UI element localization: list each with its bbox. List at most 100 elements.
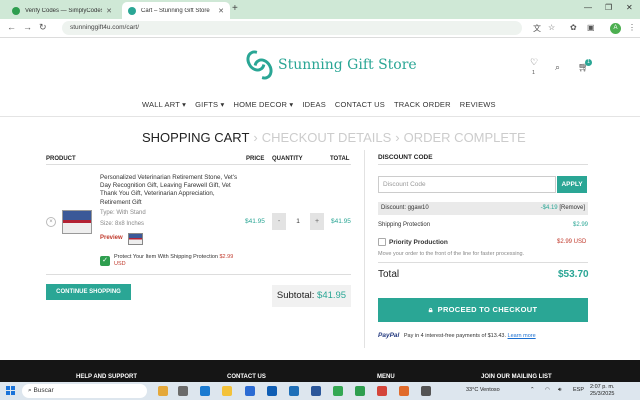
product-thumbnail[interactable] [62,210,92,234]
quantity-stepper: - 1 + [272,213,324,230]
remove-item-button[interactable]: × [46,217,56,227]
total-divider [378,262,588,263]
discount-code-title: DISCOUNT CODE [378,154,433,161]
browser-toolbar: ← → ↻ stunninggift4u.com/cart/ 文 ☆ ✿ ▣ A… [0,19,640,38]
priority-production-checkbox[interactable] [378,238,386,246]
chrome-app-2-icon[interactable] [377,386,387,396]
logo-mark-icon [242,46,277,84]
translate-icon[interactable]: 文 [533,23,541,34]
address-bar[interactable]: stunninggift4u.com/cart/ [62,21,522,35]
app-icon[interactable] [421,386,431,396]
item-price: $41.95 [245,218,265,225]
footer-menu-heading: MENU [377,374,395,380]
nav-item-contact-us[interactable]: CONTACT US [335,100,385,109]
maximize-icon[interactable]: ❐ [605,3,612,12]
extensions-icon[interactable]: ✿ [570,23,577,32]
brave-app-icon[interactable] [399,386,409,396]
shipping-protection-checkbox[interactable]: ✓ [100,256,110,266]
menu-icon[interactable]: ⋮ [628,23,636,32]
task-view-icon[interactable] [178,386,188,396]
bookmark-star-icon[interactable]: ☆ [548,23,555,32]
close-icon[interactable]: ✕ [218,7,224,15]
sidepanel-icon[interactable]: ▣ [587,23,595,32]
preview-thumbnail[interactable] [128,233,143,245]
tab-cart[interactable]: Cart – Stunning Gift Store ✕ [122,2,230,19]
windows-start-icon[interactable] [6,386,16,396]
new-tab-icon[interactable]: + [232,3,238,14]
nav-item-track-order[interactable]: TRACK ORDER [394,100,451,109]
store-app-icon[interactable] [245,386,255,396]
search-icon[interactable]: ⌕ [555,62,560,73]
preview-label[interactable]: Preview [100,235,123,241]
taskbar-search[interactable]: ⌕ Buscar [22,384,147,398]
reload-icon[interactable]: ↻ [39,22,47,33]
tab-title: Cart – Stunning Gift Store [141,7,210,14]
store-logo[interactable]: Stunning Gift Store [242,46,417,84]
column-quantity: QUANTITY [272,156,303,162]
priority-production-label[interactable]: Priority Production [389,239,448,246]
proceed-to-checkout-button[interactable]: 🔒︎ PROCEED TO CHECKOUT [378,298,588,322]
profile-avatar[interactable]: A [610,23,621,34]
volume-icon[interactable]: 🔊︎ [558,387,561,394]
close-icon[interactable]: ✕ [106,7,112,15]
tab-title: Verify Codes — SimplyCodes [25,7,103,14]
url-text: stunninggift4u.com/cart/ [70,24,140,31]
widgets-app-icon[interactable] [158,386,168,396]
quantity-decrease-button[interactable]: - [272,213,286,230]
outlook-app-icon[interactable] [267,386,277,396]
column-divider [364,150,365,348]
file-explorer-icon[interactable] [222,386,232,396]
paypal-text: Pay in 4 interest-free payments of $13.4… [403,333,506,339]
remove-discount-link[interactable]: [Remove] [559,205,585,211]
nav-divider [0,116,640,117]
footer-mailing-heading: JOIN OUR MAILING LIST [481,374,552,380]
subtotal-box: Subtotal: $41.95 [272,285,351,307]
system-clock[interactable]: 2:07 p. m. 25/3/2025 [590,384,614,398]
shipping-label: Shipping Protection [378,222,431,228]
step-order-complete: ORDER COMPLETE [403,130,526,145]
edge-app-icon[interactable] [200,386,210,396]
word-app-icon[interactable] [311,386,321,396]
back-icon[interactable]: ← [7,22,16,32]
wifi-icon[interactable]: ◠ [545,387,550,393]
item-total: $41.95 [331,218,351,225]
product-size: Size: 8x8 Inches [100,221,145,227]
step-separator: › [395,130,400,145]
chrome-profile-app-icon[interactable] [355,386,365,396]
quantity-input[interactable]: 1 [286,213,310,230]
nav-item-gifts[interactable]: GIFTS ▾ [195,100,224,109]
continue-shopping-button[interactable]: CONTINUE SHOPPING [46,284,131,300]
forward-icon[interactable]: → [23,22,32,32]
nav-item-home-decor[interactable]: HOME DECOR ▾ [233,100,293,109]
priority-production-price: $2.99 USD [557,239,587,245]
language-indicator[interactable]: ESP [573,387,584,393]
chrome-app-icon[interactable] [333,386,343,396]
shipping-value: $2.99 [572,222,588,228]
mail-app-icon[interactable] [289,386,299,396]
window-close-icon[interactable]: ✕ [626,3,633,12]
apply-discount-button[interactable]: APPLY [557,176,587,193]
clock-time: 2:07 p. m. [590,384,615,390]
tray-chevron-icon[interactable]: ⌃ [530,387,535,393]
nav-item-ideas[interactable]: IDEAS [302,100,326,109]
nav-item-reviews[interactable]: REVIEWS [460,100,496,109]
step-shopping-cart: SHOPPING CART [142,130,250,145]
quantity-increase-button[interactable]: + [310,213,324,230]
minimize-icon[interactable]: — [584,3,592,12]
footer-contact-heading: CONTACT US [227,374,266,380]
taskbar-search-label: Buscar [33,387,54,394]
product-name[interactable]: Personalized Veterinarian Retirement Sto… [100,174,242,207]
weather-widget[interactable]: 33°C Ventoso [466,387,500,393]
heart-icon[interactable]: ♡ [530,57,538,68]
logo-text: Stunning Gift Store [278,57,417,73]
checkout-label: PROCEED TO CHECKOUT [437,305,538,314]
checkout-steps: SHOPPING CART › CHECKOUT DETAILS › ORDER COM… [142,130,526,145]
footer-help-heading: HELP AND SUPPORT [76,374,138,380]
product-type: Type: With Stand [100,210,146,216]
discount-code-input[interactable]: Discount Code [378,176,556,193]
column-total: TOTAL [330,156,350,162]
paypal-learn-more-link[interactable]: Learn more [508,333,536,339]
step-checkout-details[interactable]: CHECKOUT DETAILS [262,130,392,145]
tab-verify-codes[interactable]: Verify Codes — SimplyCodes ✕ [6,2,118,19]
nav-item-wall-art[interactable]: WALL ART ▾ [142,100,186,109]
